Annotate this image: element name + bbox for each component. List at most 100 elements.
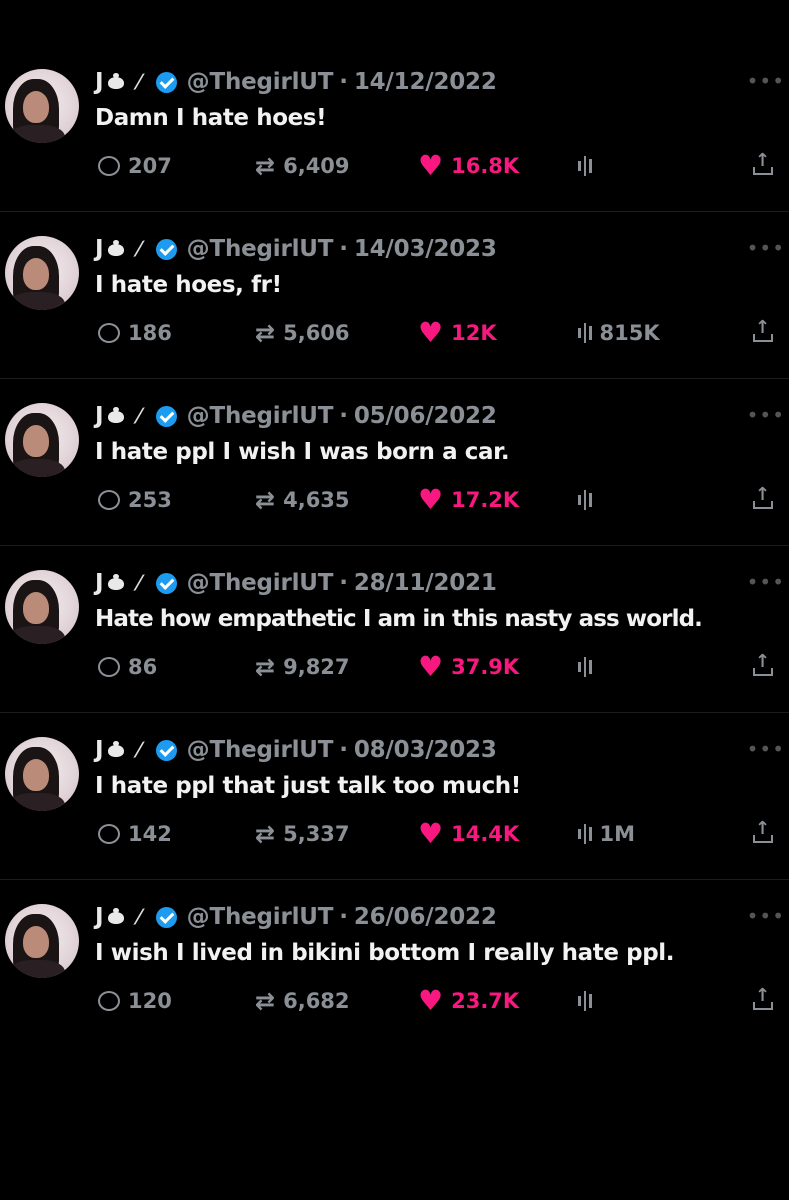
magic-wand-emoji-icon: ⟋ [131,70,148,94]
share-icon [752,818,773,844]
tweet-text: Damn I hate hoes! [95,105,327,131]
tweet[interactable]: J ⟋ @ThegirlUT · 08/03/2023 ••• I hate p… [0,713,789,880]
magic-wand-emoji-icon: ⟋ [131,905,148,929]
views-button[interactable]: 1M [578,819,635,849]
retweet-button[interactable]: ⇄ 6,682 [255,986,350,1016]
handle[interactable]: @ThegirlUT [187,69,334,95]
views-button[interactable] [578,986,600,1016]
share-button[interactable] [752,484,773,515]
reply-button[interactable]: 186 [98,318,172,348]
retweet-button[interactable]: ⇄ 5,606 [255,318,350,348]
heart-icon: ♥ [418,483,444,516]
share-button[interactable] [752,818,773,849]
like-button[interactable]: ♥ 14.4K [418,819,519,849]
like-button[interactable]: ♥ 37.9K [418,652,519,682]
avatar[interactable] [5,403,79,477]
handle[interactable]: @ThegirlUT [187,570,334,596]
tweet[interactable]: J ⟋ @ThegirlUT · 26/06/2022 ••• I wish I… [0,880,789,1047]
tweet-date[interactable]: 05/06/2022 [354,403,497,429]
separator-dot: · [339,904,348,930]
reply-button[interactable]: 120 [98,986,172,1016]
like-button[interactable]: ♥ 17.2K [418,485,519,515]
tweet[interactable]: J ⟋ @ThegirlUT · 14/12/2022 ••• Damn I h… [0,45,789,212]
tweet-header: J ⟋ @ThegirlUT · 08/03/2023 [95,735,497,765]
share-button[interactable] [752,985,773,1016]
like-button[interactable]: ♥ 23.7K [418,986,519,1016]
tweet-date[interactable]: 28/11/2021 [354,570,497,596]
tweet[interactable]: J ⟋ @ThegirlUT · 28/11/2021 ••• Hate how… [0,546,789,713]
reply-button[interactable]: 142 [98,819,172,849]
views-icon [578,490,592,510]
tweet[interactable]: J ⟋ @ThegirlUT · 05/06/2022 ••• I hate p… [0,379,789,546]
views-button[interactable] [578,485,600,515]
reply-button[interactable]: 207 [98,151,172,181]
tweet-date[interactable]: 14/03/2023 [354,236,497,262]
verified-icon [155,405,177,427]
views-button[interactable]: 815K [578,318,660,348]
share-button[interactable] [752,317,773,348]
handle[interactable]: @ThegirlUT [187,737,334,763]
separator-dot: · [339,737,348,763]
like-count: 14.4K [451,822,520,846]
avatar[interactable] [5,904,79,978]
more-icon[interactable]: ••• [747,737,785,761]
display-name[interactable]: J [95,403,104,429]
tweet-date[interactable]: 26/06/2022 [354,904,497,930]
display-name[interactable]: J [95,236,104,262]
tweet-header: J ⟋ @ThegirlUT · 14/12/2022 [95,67,497,97]
share-button[interactable] [752,651,773,682]
avatar[interactable] [5,570,79,644]
more-icon[interactable]: ••• [747,904,785,928]
reply-button[interactable]: 86 [98,652,157,682]
teapot-emoji-icon [105,407,129,425]
teapot-emoji-icon [105,73,129,91]
display-name[interactable]: J [95,737,104,763]
tweet[interactable]: J ⟋ @ThegirlUT · 14/03/2023 ••• I hate h… [0,212,789,379]
retweet-button[interactable]: ⇄ 9,827 [255,652,350,682]
display-name[interactable]: J [95,69,104,95]
views-button[interactable] [578,652,600,682]
retweet-icon: ⇄ [255,653,276,681]
like-count: 37.9K [451,655,520,679]
more-icon[interactable]: ••• [747,69,785,93]
share-button[interactable] [752,150,773,181]
tweet-date[interactable]: 14/12/2022 [354,69,497,95]
retweet-icon: ⇄ [255,820,276,848]
magic-wand-emoji-icon: ⟋ [131,738,148,762]
more-icon[interactable]: ••• [747,403,785,427]
views-button[interactable] [578,151,600,181]
teapot-emoji-icon [105,741,129,759]
like-button[interactable]: ♥ 12K [418,318,497,348]
retweet-button[interactable]: ⇄ 4,635 [255,485,350,515]
verified-icon [155,906,177,928]
handle[interactable]: @ThegirlUT [187,236,334,262]
like-button[interactable]: ♥ 16.8K [418,151,519,181]
share-icon [752,985,773,1011]
tweet-date[interactable]: 08/03/2023 [354,737,497,763]
more-icon[interactable]: ••• [747,570,785,594]
retweet-count: 5,337 [283,822,350,846]
separator-dot: · [339,236,348,262]
tweet-text: I wish I lived in bikini bottom I really… [95,940,675,966]
avatar[interactable] [5,69,79,143]
separator-dot: · [339,570,348,596]
retweet-button[interactable]: ⇄ 6,409 [255,151,350,181]
reply-count: 207 [128,154,172,178]
display-name[interactable]: J [95,904,104,930]
teapot-emoji-icon [105,240,129,258]
more-icon[interactable]: ••• [747,236,785,260]
avatar[interactable] [5,236,79,310]
heart-icon: ♥ [418,149,444,182]
reply-icon [98,657,120,677]
verified-icon [155,238,177,260]
tweet-feed: J ⟋ @ThegirlUT · 14/12/2022 ••• Damn I h… [0,45,789,1047]
handle[interactable]: @ThegirlUT [187,904,334,930]
share-icon [752,651,773,677]
handle[interactable]: @ThegirlUT [187,403,334,429]
reply-icon [98,824,120,844]
retweet-button[interactable]: ⇄ 5,337 [255,819,350,849]
display-name[interactable]: J [95,570,104,596]
share-icon [752,484,773,510]
reply-button[interactable]: 253 [98,485,172,515]
avatar[interactable] [5,737,79,811]
